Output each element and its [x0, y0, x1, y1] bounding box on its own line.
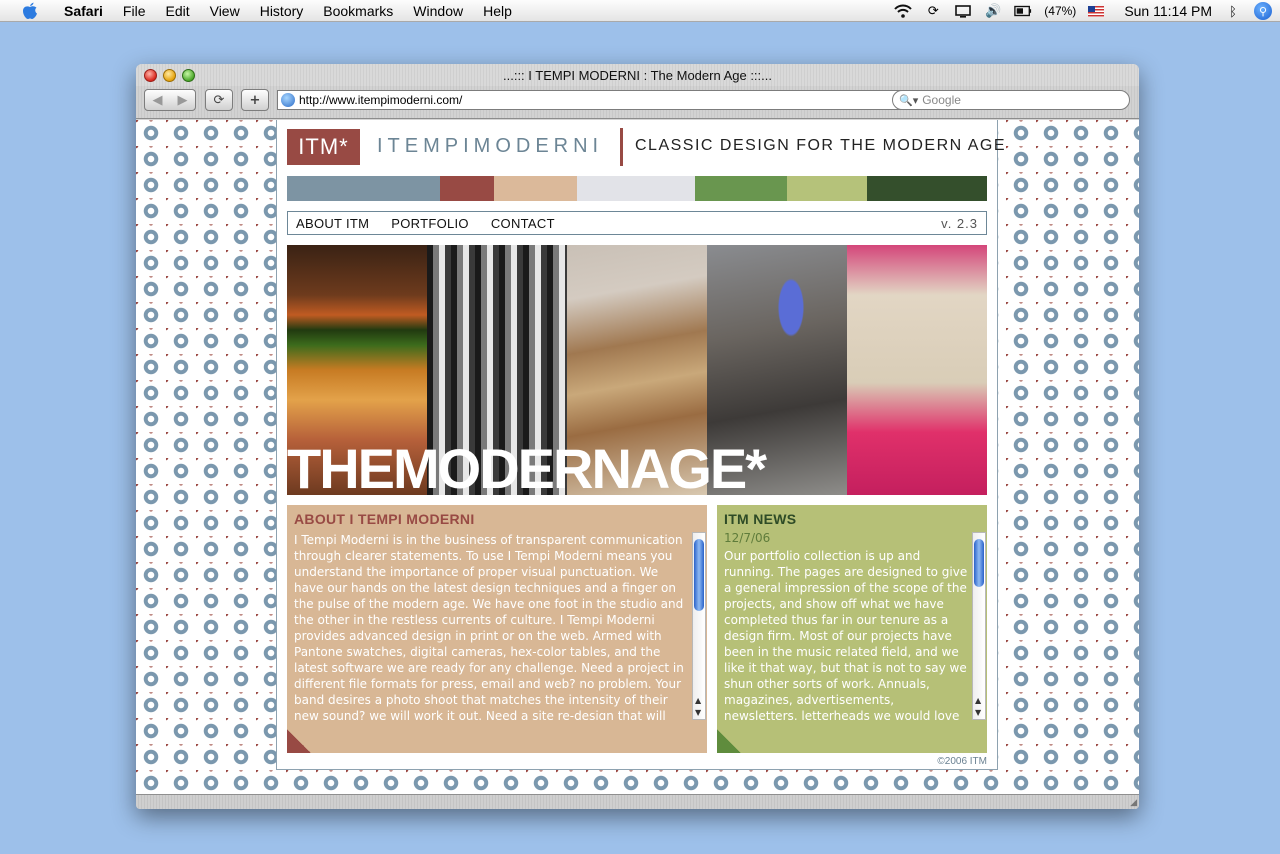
menu-window[interactable]: Window	[403, 3, 473, 19]
menu-bar: Safari File Edit View History Bookmarks …	[0, 0, 1280, 22]
scroll-up-arrow-icon[interactable]: ▲	[975, 696, 981, 705]
scroll-up-arrow-icon[interactable]: ▲	[695, 696, 701, 705]
hero-photo-5	[847, 245, 987, 495]
globe-icon	[281, 93, 295, 107]
search-placeholder: Google	[922, 93, 961, 107]
news-date: 12/7/06	[724, 531, 771, 545]
news-section: ITM NEWS 12/7/06 Our portfolio collectio…	[717, 505, 987, 753]
news-text: Our portfolio collection is up and runni…	[724, 549, 968, 720]
window-title: ...::: I TEMPI MODERNI : The Modern Age …	[503, 68, 772, 83]
swatch-1	[287, 176, 440, 201]
menu-view[interactable]: View	[200, 3, 250, 19]
about-scroll-thumb[interactable]	[694, 539, 704, 611]
swatch-3	[494, 176, 577, 201]
nav-portfolio[interactable]: PORTFOLIO	[383, 216, 469, 231]
resize-grip-icon[interactable]: ◢	[1130, 798, 1137, 808]
nav-about[interactable]: ABOUT ITM	[288, 216, 369, 231]
copyright: ©2006 ITM	[937, 756, 987, 767]
brand-name: ITEMPIMODERNI	[377, 135, 604, 157]
volume-icon[interactable]: 🔊	[984, 3, 1002, 18]
page-container: ITM* ITEMPIMODERNI CLASSIC DESIGN FOR TH…	[276, 120, 1005, 770]
toolbar: ◀ ▶ ⟳ + http://www.itempimoderni.com/ ▲▼…	[136, 86, 1139, 119]
us-flag-icon[interactable]	[1088, 5, 1105, 17]
clock[interactable]: Sun 11:14 PM	[1124, 3, 1212, 19]
back-forward-buttons[interactable]: ◀ ▶	[144, 89, 196, 111]
site-nav: ABOUT ITM PORTFOLIO CONTACT v. 2.3	[287, 211, 987, 235]
bluetooth-icon[interactable]: ᛒ	[1224, 4, 1242, 19]
display-icon[interactable]	[954, 4, 972, 18]
hero-banner: THEMODERNAGE*	[287, 245, 987, 495]
battery-percent: (47%)	[1044, 4, 1077, 18]
battery-icon[interactable]	[1014, 4, 1032, 18]
status-bar: ◢	[136, 794, 1139, 809]
menu-bookmarks[interactable]: Bookmarks	[313, 3, 403, 19]
swatch-5	[695, 176, 787, 201]
about-heading: ABOUT I TEMPI MODERNI	[294, 511, 475, 527]
menu-file[interactable]: File	[113, 3, 156, 19]
menu-app-safari[interactable]: Safari	[54, 3, 113, 19]
scroll-down-arrow-icon[interactable]: ▼	[695, 708, 701, 717]
news-corner-fold	[717, 729, 741, 753]
swatch-2	[440, 176, 494, 201]
back-arrow-icon[interactable]: ◀	[145, 93, 170, 108]
site-logo[interactable]: ITM*	[287, 129, 360, 165]
about-corner-fold	[287, 729, 311, 753]
safari-window: ...::: I TEMPI MODERNI : The Modern Age …	[136, 64, 1139, 809]
menu-help[interactable]: Help	[473, 3, 522, 19]
sync-icon[interactable]: ⟳	[924, 3, 942, 18]
color-swatches	[287, 176, 987, 201]
swatch-7	[867, 176, 987, 201]
plus-icon: +	[249, 92, 261, 108]
swatch-6	[787, 176, 867, 201]
version-label: v. 2.3	[941, 215, 978, 231]
search-field[interactable]: 🔍▾ Google	[892, 90, 1130, 110]
menu-history[interactable]: History	[250, 3, 314, 19]
brand-divider	[620, 128, 623, 166]
reload-button[interactable]: ⟳	[205, 89, 233, 111]
news-scrollbar[interactable]: ▲ ▼	[972, 532, 986, 720]
title-bar: ...::: I TEMPI MODERNI : The Modern Age …	[136, 64, 1139, 86]
web-viewport: ITM* ITEMPIMODERNI CLASSIC DESIGN FOR TH…	[136, 120, 1139, 794]
nav-contact[interactable]: CONTACT	[483, 216, 555, 231]
scroll-down-arrow-icon[interactable]: ▼	[975, 708, 981, 717]
tagline: CLASSIC DESIGN FOR THE MODERN AGE	[635, 137, 1007, 154]
apple-menu-icon[interactable]	[20, 2, 40, 20]
about-scrollbar[interactable]: ▲ ▼	[692, 532, 706, 720]
spotlight-icon[interactable]: ⚲	[1254, 2, 1272, 20]
about-text: I Tempi Moderni is in the business of tr…	[294, 533, 684, 720]
hero-title: THEMODERNAGE*	[287, 437, 767, 496]
swatch-4	[577, 176, 695, 201]
news-scroll-thumb[interactable]	[974, 539, 984, 587]
wifi-icon[interactable]	[894, 4, 913, 18]
forward-arrow-icon[interactable]: ▶	[170, 93, 195, 108]
news-heading: ITM NEWS	[724, 511, 797, 527]
reload-icon: ⟳	[213, 92, 225, 108]
add-bookmark-button[interactable]: +	[241, 89, 269, 111]
menu-edit[interactable]: Edit	[155, 3, 199, 19]
url-text: http://www.itempimoderni.com/	[299, 93, 463, 107]
search-icon: 🔍▾	[899, 94, 919, 107]
about-section: ABOUT I TEMPI MODERNI I Tempi Moderni is…	[287, 505, 707, 753]
